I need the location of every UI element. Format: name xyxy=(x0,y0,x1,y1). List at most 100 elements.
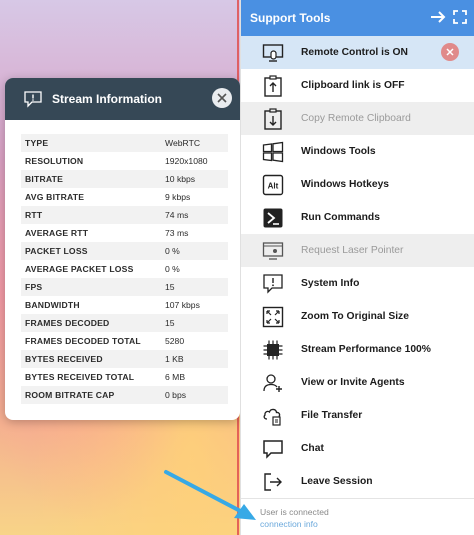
stream-information-popup: Stream Information TYPE WebRTC RESOLUTION… xyxy=(5,78,240,420)
info-chat-icon xyxy=(24,91,42,108)
menu-item-label: Clipboard link is OFF xyxy=(301,80,405,91)
stat-value: 9 kbps xyxy=(165,192,191,202)
stat-value: 107 kbps xyxy=(165,300,200,310)
stat-key: FRAMES DECODED xyxy=(25,318,110,328)
close-icon xyxy=(217,93,227,103)
stat-value: 15 xyxy=(165,282,175,292)
terminal-icon xyxy=(263,208,283,227)
menu-item-request-laser-pointer[interactable]: Request Laser Pointer xyxy=(241,234,474,267)
alt-key-icon: Alt xyxy=(262,174,284,195)
stat-key: AVG BITRATE xyxy=(25,192,85,202)
menu-item-windows-tools[interactable]: Windows Tools xyxy=(241,135,474,168)
menu-item-zoom-original[interactable]: Zoom To Original Size xyxy=(241,300,474,333)
stat-value: 73 ms xyxy=(165,228,189,238)
leave-session-icon xyxy=(264,472,282,491)
stat-row: PACKET LOSS 0 % xyxy=(21,242,228,260)
menu-item-label: Request Laser Pointer xyxy=(301,245,404,256)
menu-item-windows-hotkeys[interactable]: Alt Windows Hotkeys xyxy=(241,168,474,201)
stat-row: RESOLUTION 1920x1080 xyxy=(21,152,228,170)
stat-row: AVG BITRATE 9 kbps xyxy=(21,188,228,206)
menu-item-copy-remote-clipboard[interactable]: Copy Remote Clipboard xyxy=(241,102,474,135)
popup-header: Stream Information xyxy=(5,78,240,120)
stat-row: BYTES RECEIVED 1 KB xyxy=(21,350,228,368)
stat-row: FRAMES DECODED TOTAL 5280 xyxy=(21,332,228,350)
zoom-original-icon xyxy=(262,306,284,327)
stat-row: BITRATE 10 kbps xyxy=(21,170,228,188)
menu-item-label: Leave Session xyxy=(301,476,373,487)
file-transfer-icon xyxy=(263,408,281,426)
stat-row: RTT 74 ms xyxy=(21,206,228,224)
menu-item-label: Copy Remote Clipboard xyxy=(301,113,411,124)
stat-row: AVERAGE PACKET LOSS 0 % xyxy=(21,260,228,278)
stat-key: RTT xyxy=(25,210,43,220)
stat-key: AVERAGE RTT xyxy=(25,228,89,238)
stat-key: FRAMES DECODED TOTAL xyxy=(25,336,141,346)
stat-key: BYTES RECEIVED xyxy=(25,354,103,364)
menu-item-system-info[interactable]: System Info xyxy=(241,267,474,300)
menu-item-leave-session[interactable]: Leave Session xyxy=(241,465,474,498)
stat-key: RESOLUTION xyxy=(25,156,84,166)
annotation-arrow-icon xyxy=(164,470,256,520)
menu-item-clipboard-link[interactable]: Clipboard link is OFF xyxy=(241,69,474,102)
svg-text:Alt: Alt xyxy=(268,181,279,190)
menu-item-chat[interactable]: Chat xyxy=(241,432,474,465)
stop-remote-control-button[interactable] xyxy=(441,43,459,61)
stat-value: WebRTC xyxy=(165,138,201,148)
stat-row: ROOM BITRATE CAP 0 bps xyxy=(21,386,228,404)
stat-value: 0 bps xyxy=(165,390,187,400)
menu-item-label: Chat xyxy=(301,443,324,454)
menu-item-label: Run Commands xyxy=(301,212,380,223)
menu-item-label: System Info xyxy=(301,278,360,289)
remote-control-icon xyxy=(262,43,284,62)
stat-value: 1 KB xyxy=(165,354,184,364)
status-text: User is connected xyxy=(260,507,329,517)
agents-icon xyxy=(263,373,282,392)
menu-item-label: Zoom To Original Size xyxy=(301,311,409,322)
menu-item-run-commands[interactable]: Run Commands xyxy=(241,201,474,234)
panel-title: Support Tools xyxy=(250,11,331,25)
connection-status: User is connected connection info xyxy=(241,498,474,529)
stat-key: BITRATE xyxy=(25,174,63,184)
expand-icon[interactable] xyxy=(451,8,469,26)
clipboard-download-icon xyxy=(264,107,282,130)
clipboard-upload-icon xyxy=(264,74,282,97)
menu-item-remote-control[interactable]: Remote Control is ON xyxy=(241,36,474,69)
menu-item-label: Remote Control is ON xyxy=(301,47,408,58)
tools-menu: Remote Control is ON Clipboard link is O… xyxy=(241,36,474,498)
stat-row: AVERAGE RTT 73 ms xyxy=(21,224,228,242)
menu-item-label: Stream Performance 100% xyxy=(301,344,431,355)
stat-row: BYTES RECEIVED TOTAL 6 MB xyxy=(21,368,228,386)
chip-icon xyxy=(263,340,283,359)
stat-key: PACKET LOSS xyxy=(25,246,88,256)
system-info-icon xyxy=(263,273,283,294)
menu-item-view-invite-agents[interactable]: View or Invite Agents xyxy=(241,366,474,399)
popup-close-button[interactable] xyxy=(212,88,232,108)
stat-value: 15 xyxy=(165,318,175,328)
stat-value: 6 MB xyxy=(165,372,186,382)
stat-value: 0 % xyxy=(165,264,180,274)
menu-item-label: Windows Hotkeys xyxy=(301,179,390,190)
stat-row: FRAMES DECODED 15 xyxy=(21,314,228,332)
stat-row: BANDWIDTH 107 kbps xyxy=(21,296,228,314)
menu-item-stream-performance[interactable]: Stream Performance 100% xyxy=(241,333,474,366)
support-tools-panel: Support Tools Remote Control is ON Clipb… xyxy=(240,0,474,535)
stat-row: TYPE WebRTC xyxy=(21,134,228,152)
stat-value: 0 % xyxy=(165,246,180,256)
stat-row: FPS 15 xyxy=(21,278,228,296)
arrow-right-icon[interactable] xyxy=(429,8,447,26)
connection-info-link[interactable]: connection info xyxy=(260,519,474,529)
windows-icon xyxy=(262,141,284,162)
stat-value: 1920x1080 xyxy=(165,156,208,166)
stats-table: TYPE WebRTC RESOLUTION 1920x1080 BITRATE 10… xyxy=(21,134,228,404)
stat-value: 74 ms xyxy=(165,210,189,220)
menu-item-label: View or Invite Agents xyxy=(301,377,405,388)
laser-pointer-icon xyxy=(262,241,284,260)
close-icon xyxy=(446,48,454,56)
menu-item-file-transfer[interactable]: File Transfer xyxy=(241,399,474,432)
stat-key: AVERAGE PACKET LOSS xyxy=(25,264,134,274)
panel-header: Support Tools xyxy=(241,0,474,36)
stat-key: BANDWIDTH xyxy=(25,300,80,310)
popup-title: Stream Information xyxy=(52,92,163,106)
stat-key: BYTES RECEIVED TOTAL xyxy=(25,372,135,382)
stat-key: FPS xyxy=(25,282,43,292)
